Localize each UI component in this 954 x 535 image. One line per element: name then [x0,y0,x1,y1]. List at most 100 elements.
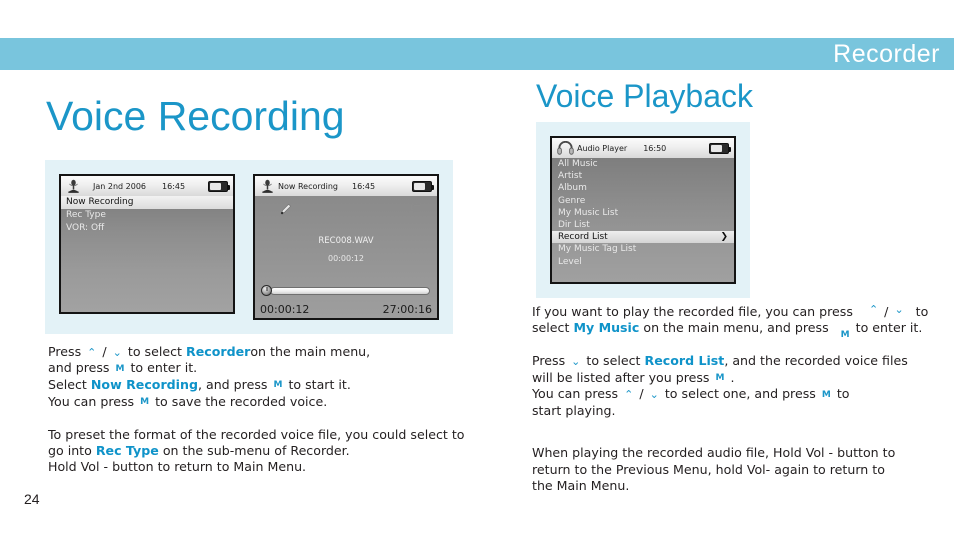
list-item-label: Dir List [558,220,590,231]
lcd-status-bar: Jan 2nd 2006 16:45 [61,176,233,196]
page-header-bar: Recorder [0,38,954,70]
microphone-icon [68,179,79,193]
right-p1-line2: select My Music on the main menu, and pr… [532,320,932,339]
lcd-recorder-menu: Jan 2nd 2006 16:45 Now Recording Rec Typ… [59,174,235,314]
text-fragment: to [915,304,929,319]
text-separator: / [639,386,644,402]
right-p2-line1: Press ⌄ to select Record List, and the r… [532,353,932,369]
left-section-heading: Voice Recording [46,93,345,139]
progress-knob[interactable] [261,285,272,296]
keyword-recorder: Recorder [186,344,251,359]
list-item-album[interactable]: Album [552,182,734,194]
lcd-status-date: Jan 2nd 2006 [93,181,147,191]
text-fragment: If you want to play the recorded file, y… [532,304,853,319]
text-fragment: to enter it. [130,360,198,376]
text-fragment: select [532,320,570,336]
list-item-record-list[interactable]: Record List ❯ [552,231,734,244]
lcd-status-time: 16:45 [351,181,376,191]
list-item-artist[interactable]: Artist [552,170,734,182]
recording-progress-bar[interactable] [261,285,430,296]
right-p2-line3: You can press ⌃ / ⌄ to select one, and p… [532,386,932,403]
list-item-label: Artist [558,171,583,182]
recording-elapsed-time: 00:00:12 [260,303,310,316]
menu-item-label: Now Recording [66,197,134,207]
list-item-dir-list[interactable]: Dir List [552,219,734,231]
menu-item-label: Rec Type [66,210,106,220]
text-fragment: to [836,386,850,402]
lcd-menu-list: Now Recording Rec Type VOR: Off [61,196,233,312]
right-instructions: If you want to play the recorded file, y… [532,304,932,495]
list-item-my-music-list[interactable]: My Music List [552,207,734,219]
left-p1-line2: and press M to enter it. [48,360,468,377]
left-p1-line3: Select Now Recording, and press M to sta… [48,377,468,394]
keyword-now-recording: Now Recording [90,377,198,393]
chevron-up-icon: ⌃ [624,388,634,402]
m-button-icon: M [273,380,283,391]
text-fragment: Select [48,377,87,393]
lcd-status-time: 16:50 [643,143,667,153]
text-fragment: on the sub-menu of Recorder. [162,442,350,458]
chevron-up-icon: ⌃ [87,346,97,359]
menu-item-rec-type[interactable]: Rec Type [61,209,233,222]
text-fragment: to save the recorded voice. [155,393,328,409]
recording-time-row: 00:00:12 27:00:16 [260,303,432,316]
m-button-icon: M [115,363,125,374]
lcd-status-bar: Now Recording 16:45 [255,176,437,196]
chevron-up-icon: ⌃ [868,303,879,316]
text-fragment: to select [586,353,641,369]
pencil-icon [280,203,291,215]
right-p2-line2: will be listed after you press M . [532,370,932,387]
menu-item-label: VOR: Off [66,223,105,233]
keyword-rec-type: Rec Type [95,442,159,458]
list-item-level[interactable]: Level [552,256,734,268]
text-fragment: on the main menu, [250,344,371,359]
right-p3-line3: the Main Menu. [532,478,630,494]
m-button-icon: M [140,397,150,408]
m-button-icon: M [715,372,725,383]
right-screenshot-panel: Audio Player 16:50 All Music Artist Albu… [536,122,750,298]
list-item-label: Album [558,183,587,194]
menu-item-now-recording[interactable]: Now Recording [61,196,233,209]
chevron-down-icon: ⌄ [571,355,581,369]
text-fragment: , and press [197,377,268,393]
text-separator: / [884,304,889,319]
page-number: 24 [24,491,40,507]
lcd-recording-body: REC008.WAV 00:00:12 00:00:12 27:00:16 [255,196,437,318]
chevron-right-icon: ❯ [720,232,728,243]
text-fragment: . [730,369,735,385]
left-screenshot-panel: Jan 2nd 2006 16:45 Now Recording Rec Typ… [45,160,453,334]
right-p2-line4: start playing. [532,402,616,418]
progress-track[interactable] [270,286,430,295]
lcd-status-time: 16:45 [162,181,186,191]
page-header-title: Recorder [833,39,940,68]
menu-item-vor[interactable]: VOR: Off [61,222,233,235]
lcd-now-recording: Now Recording 16:45 REC008.WAV 00:00:12 [253,174,439,320]
text-fragment: to select one, and press [664,386,816,402]
playlist-icon [408,204,421,213]
right-p3-line2: return to the Previous Menu, hold Vol- a… [532,461,885,477]
list-item-my-music-tag-list[interactable]: My Music Tag List [552,243,734,255]
audio-player-menu-list: All Music Artist Album Genre My Music Li… [552,158,734,282]
battery-icon [412,177,434,196]
recording-remaining-time: 27:00:16 [382,303,432,316]
keyword-record-list: Record List [644,353,725,369]
microphone-icon [262,179,273,193]
list-item-label: My Music Tag List [558,244,637,255]
headphone-icon [557,141,574,155]
text-fragment: Press [532,353,566,369]
recording-elapsed-center: 00:00:12 [328,254,364,263]
list-item-label: All Music [558,159,598,169]
list-item-all-music[interactable]: All Music [552,158,734,170]
right-section-heading: Voice Playback [536,78,754,114]
text-separator: / [102,344,107,359]
left-p1-line4: You can press M to save the recorded voi… [48,394,468,411]
list-item-genre[interactable]: Genre [552,195,734,207]
text-fragment: You can press [48,393,135,409]
list-item-label: My Music List [558,207,619,218]
left-p1-line1: Press ⌃ / ⌄ to select Recorderon the mai… [48,344,468,360]
battery-icon [709,139,731,158]
text-fragment: to enter it. [855,320,923,336]
lcd-audio-player: Audio Player 16:50 All Music Artist Albu… [550,136,736,284]
